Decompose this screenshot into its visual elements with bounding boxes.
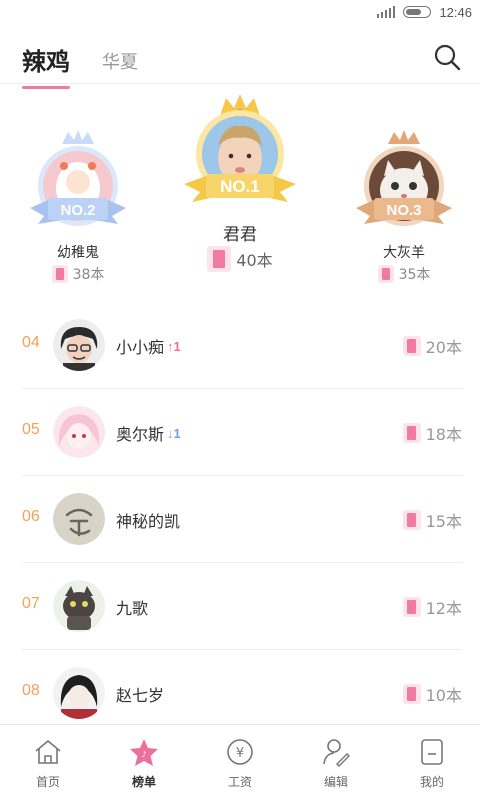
profile-icon xyxy=(421,739,443,765)
tab-lajі[interactable]: 辣鸡 xyxy=(22,42,70,89)
avatar xyxy=(53,580,105,632)
rank-down-indicator: ↓1 xyxy=(167,425,181,441)
book-icon xyxy=(402,423,421,443)
book-icon xyxy=(402,597,421,617)
star-icon: ♪ xyxy=(130,739,158,766)
edit-icon xyxy=(323,739,350,767)
nav-label: 榜单 xyxy=(131,775,156,789)
book-icon xyxy=(402,336,421,356)
rank-badge-text: NO.2 xyxy=(60,202,95,219)
book-icon xyxy=(402,510,421,530)
user-name: 神秘的凯 xyxy=(116,508,180,532)
count-value: 35本 xyxy=(398,267,431,283)
yen-coin-icon: ¥ xyxy=(227,739,253,765)
book-count-text: 15本 xyxy=(425,512,462,531)
book-count-text: 18本 xyxy=(425,425,462,444)
home-icon xyxy=(35,740,61,764)
book-count-text: 20本 xyxy=(425,338,462,357)
avatar xyxy=(53,493,105,545)
book-count-text: 12本 xyxy=(425,599,462,618)
podium-name: 幼稚鬼 xyxy=(57,245,99,261)
avatar xyxy=(53,406,105,458)
tab-huaxia[interactable]: 华夏 xyxy=(102,48,138,74)
svg-text:♪: ♪ xyxy=(141,750,146,759)
podium-second[interactable]: NO.2 幼稚鬼 38本 xyxy=(18,128,138,288)
status-bar: 12:46 xyxy=(0,0,480,24)
nav-label: 首页 xyxy=(35,775,60,789)
book-icon xyxy=(402,684,421,704)
user-name: 赵七岁 xyxy=(116,682,164,706)
rank-number: 04 xyxy=(22,334,40,351)
user-name-text: 赵七岁 xyxy=(116,686,165,705)
header: 辣鸡 华夏 xyxy=(0,30,480,89)
nav-label: 我的 xyxy=(419,775,444,789)
tab-label: 辣鸡 xyxy=(22,48,70,76)
nav-label: 编辑 xyxy=(323,775,348,789)
battery-icon xyxy=(403,6,432,18)
book-count: 20本 xyxy=(402,334,462,358)
user-name-text: 小小痴 xyxy=(116,338,165,357)
book-count: 10本 xyxy=(402,682,462,706)
count-value: 38本 xyxy=(72,267,105,283)
top-three-podium: NO.2 幼稚鬼 38本 NO.1 君君 40本 NO.3 大灰羊 35本 xyxy=(0,92,480,292)
nav-ranking[interactable]: ♪ 榜单 xyxy=(96,725,192,800)
book-count: 18本 xyxy=(402,421,462,445)
nav-label: 工资 xyxy=(227,775,252,789)
avatar xyxy=(53,667,105,719)
nav-home[interactable]: 首页 xyxy=(0,725,96,800)
tab-label: 华夏 xyxy=(102,52,138,73)
status-time: 12:46 xyxy=(439,4,472,20)
podium-name: 大灰羊 xyxy=(383,245,425,261)
silver-medal-avatar: NO.2 xyxy=(30,130,126,226)
nav-edit[interactable]: 编辑 xyxy=(288,725,384,800)
tab-active-underline xyxy=(22,86,70,89)
podium-count: 38本 xyxy=(18,264,138,284)
rank-number: 07 xyxy=(22,595,40,612)
user-name-text: 九歌 xyxy=(116,599,149,618)
podium-count: 35本 xyxy=(344,264,464,284)
book-icon xyxy=(51,265,68,283)
avatar xyxy=(53,319,105,371)
rank-number: 08 xyxy=(22,682,40,699)
ranking-row[interactable]: 05 奥尔斯 ↓1 18本 xyxy=(22,389,462,476)
count-value: 40本 xyxy=(236,251,273,270)
user-name-text: 神秘的凯 xyxy=(116,512,181,531)
ranking-row[interactable]: 04 小小痴 ↑1 20本 xyxy=(22,302,462,389)
user-name: 小小痴 ↑1 xyxy=(116,334,181,358)
book-icon xyxy=(377,265,394,283)
book-count: 15本 xyxy=(402,508,462,532)
rank-badge-text: NO.1 xyxy=(220,177,260,196)
gold-medal-avatar: NO.1 xyxy=(184,94,296,202)
nav-salary[interactable]: ¥ 工资 xyxy=(192,725,288,800)
rank-number: 05 xyxy=(22,421,40,438)
podium-first[interactable]: NO.1 君君 40本 xyxy=(180,92,300,282)
bottom-nav: 首页 ♪ 榜单 ¥ 工资 编辑 我的 xyxy=(0,724,480,800)
podium-name: 君君 xyxy=(223,225,257,245)
podium-count: 40本 xyxy=(180,246,300,272)
podium-third[interactable]: NO.3 大灰羊 35本 xyxy=(344,128,464,288)
rank-up-indicator: ↑1 xyxy=(167,338,181,354)
rank-badge-text: NO.3 xyxy=(386,202,421,219)
rank-number: 06 xyxy=(22,508,40,525)
ranking-row[interactable]: 07 九歌 12本 xyxy=(22,563,462,650)
book-count-text: 10本 xyxy=(425,686,462,705)
book-count: 12本 xyxy=(402,595,462,619)
search-icon[interactable] xyxy=(432,42,462,72)
bronze-medal-avatar: NO.3 xyxy=(356,130,452,226)
nav-mine[interactable]: 我的 xyxy=(384,725,480,800)
user-name-text: 奥尔斯 xyxy=(116,425,165,444)
user-name: 奥尔斯 ↓1 xyxy=(116,421,181,445)
svg-text:¥: ¥ xyxy=(236,746,244,761)
ranking-row[interactable]: 06 神秘的凯 15本 xyxy=(22,476,462,563)
book-icon xyxy=(207,246,232,272)
signal-icon xyxy=(377,6,396,18)
user-name: 九歌 xyxy=(116,595,148,619)
